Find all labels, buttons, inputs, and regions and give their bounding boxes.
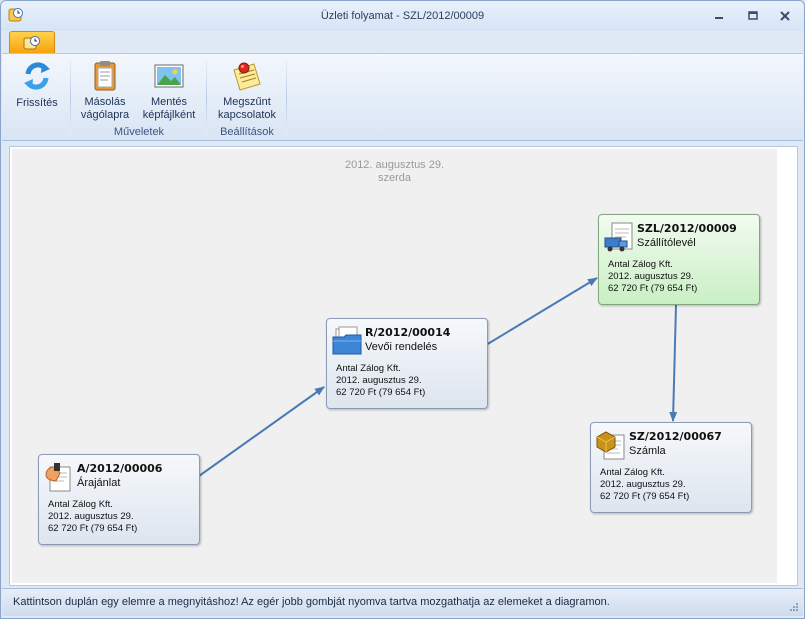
document-card-delivery-note[interactable]: SZL/2012/00009 Szállítólevél Antal Zálog… — [598, 214, 760, 305]
minimize-button[interactable] — [708, 8, 730, 24]
pinned-note-icon — [230, 60, 264, 92]
application-menu-tab[interactable] — [9, 31, 55, 53]
clipboard-icon — [88, 60, 122, 92]
document-card-order[interactable]: R/2012/00014 Vevői rendelés Antal Zálog … — [326, 318, 488, 409]
delivery-note-icon — [604, 221, 634, 253]
ribbon-separator — [286, 60, 287, 136]
image-file-icon — [152, 60, 186, 92]
copy-to-clipboard-button[interactable]: Másolás vágólapra — [76, 60, 134, 122]
refresh-button[interactable]: Frissítés — [8, 60, 66, 110]
refresh-icon — [20, 60, 54, 92]
ribbon: Frissítés Másolás vágólapra Mentés képfá… — [2, 53, 803, 141]
ribbon-separator — [70, 60, 71, 136]
group-label-operations: Műveletek — [113, 126, 165, 138]
arrow-quote-to-order — [198, 386, 325, 477]
app-menu-icon — [22, 35, 42, 51]
arrow-order-to-delivery — [485, 277, 598, 346]
order-folder-icon — [332, 325, 362, 357]
title-bar: Üzleti folyamat - SZL/2012/00009 — [1, 1, 804, 31]
diagram-frame: 2012. augusztus 29. szerda A/2012/00006 … — [9, 146, 798, 586]
arrow-delivery-to-invoice — [669, 304, 678, 422]
document-card-quote[interactable]: A/2012/00006 Árajánlat Antal Zálog Kft. … — [38, 454, 200, 545]
document-card-invoice[interactable]: SZ/2012/00067 Számla Antal Zálog Kft. 20… — [590, 422, 752, 513]
window-title: Üzleti folyamat - SZL/2012/00009 — [320, 10, 485, 22]
lost-connections-button[interactable]: Megszűnt kapcsolatok — [212, 60, 282, 122]
ribbon-separator — [206, 60, 207, 136]
resize-grip-icon[interactable] — [789, 602, 799, 612]
canvas-right-margin — [779, 147, 797, 585]
status-text: Kattintson duplán egy elemre a megnyitás… — [13, 596, 610, 608]
quote-icon — [44, 461, 74, 493]
business-flow-window: Üzleti folyamat - SZL/2012/00009 Frissít… — [0, 0, 805, 619]
diagram-canvas[interactable]: 2012. augusztus 29. szerda A/2012/00006 … — [12, 149, 777, 583]
close-button[interactable] — [774, 8, 796, 24]
save-as-image-button[interactable]: Mentés képfájlként — [136, 60, 202, 122]
maximize-button[interactable] — [742, 8, 764, 24]
group-label-settings: Beállítások — [220, 126, 274, 138]
status-bar: Kattintson duplán egy elemre a megnyitás… — [2, 588, 803, 616]
invoice-icon — [596, 429, 626, 461]
